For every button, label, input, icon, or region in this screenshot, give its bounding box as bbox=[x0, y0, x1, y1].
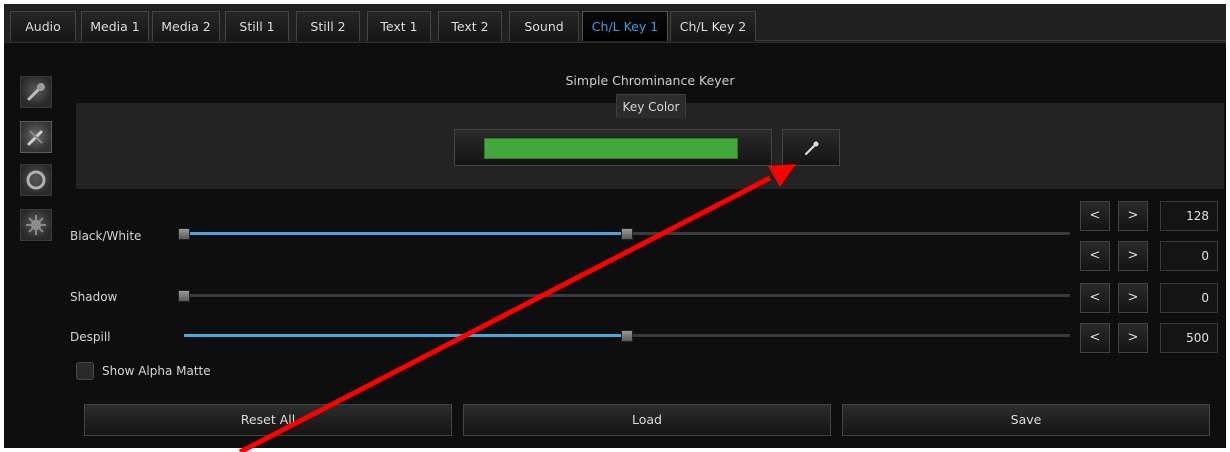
eyedropper-button[interactable] bbox=[782, 129, 840, 166]
tab-chl-key-1[interactable]: Ch/L Key 1 bbox=[582, 11, 668, 41]
shadow-increment-button[interactable]: > bbox=[1118, 283, 1148, 313]
chroma-key-tool-button[interactable] bbox=[20, 121, 52, 153]
gear-burst-icon bbox=[26, 215, 46, 235]
show-alpha-matte-checkbox[interactable] bbox=[76, 362, 94, 380]
white-decrement-button[interactable]: < bbox=[1080, 241, 1110, 271]
white-increment-button[interactable]: > bbox=[1118, 241, 1148, 271]
chroma-key-icon bbox=[27, 130, 43, 146]
magic-wand-icon bbox=[27, 83, 45, 101]
burst-tool-button[interactable] bbox=[20, 209, 52, 241]
save-button[interactable]: Save bbox=[842, 404, 1210, 436]
tab-chl-key-2[interactable]: Ch/L Key 2 bbox=[670, 11, 756, 41]
black-white-label: Black/White bbox=[70, 229, 142, 243]
black-white-low-handle[interactable] bbox=[178, 228, 190, 240]
shadow-decrement-button[interactable]: < bbox=[1080, 283, 1110, 313]
eyedropper-icon bbox=[805, 141, 819, 155]
tab-bar-divider bbox=[756, 40, 1226, 41]
circle-mask-tool-button[interactable] bbox=[20, 164, 52, 196]
shadow-label: Shadow bbox=[70, 290, 118, 304]
tab-still-2[interactable]: Still 2 bbox=[296, 11, 360, 41]
tab-text-2[interactable]: Text 2 bbox=[438, 11, 502, 41]
shadow-value-field[interactable]: 0 bbox=[1160, 283, 1218, 313]
black-decrement-button[interactable]: < bbox=[1080, 201, 1110, 231]
despill-slider-fill bbox=[184, 334, 627, 337]
tab-media-2[interactable]: Media 2 bbox=[152, 11, 220, 41]
despill-value-field[interactable]: 500 bbox=[1160, 323, 1218, 353]
despill-handle[interactable] bbox=[621, 330, 633, 342]
key-color-swatch bbox=[484, 138, 738, 159]
despill-decrement-button[interactable]: < bbox=[1080, 323, 1110, 353]
tab-text-1[interactable]: Text 1 bbox=[367, 11, 431, 41]
tab-sound[interactable]: Sound bbox=[509, 11, 579, 41]
despill-increment-button[interactable]: > bbox=[1118, 323, 1148, 353]
black-value-field[interactable]: 128 bbox=[1160, 201, 1218, 231]
show-alpha-matte-label[interactable]: Show Alpha Matte bbox=[102, 364, 211, 378]
tab-audio[interactable]: Audio bbox=[10, 11, 76, 41]
circle-mask-icon bbox=[26, 170, 46, 190]
shadow-slider[interactable] bbox=[178, 290, 1070, 302]
black-white-slider[interactable] bbox=[178, 228, 1070, 240]
black-white-high-handle[interactable] bbox=[621, 228, 633, 240]
shadow-handle[interactable] bbox=[178, 290, 190, 302]
key-color-label: Key Color bbox=[616, 94, 686, 118]
load-button[interactable]: Load bbox=[463, 404, 831, 436]
despill-slider[interactable] bbox=[184, 330, 1070, 342]
tab-bar: Audio Media 1 Media 2 Still 1 Still 2 Te… bbox=[4, 4, 1226, 43]
white-value-field[interactable]: 0 bbox=[1160, 241, 1218, 271]
application-window: Audio Media 1 Media 2 Still 1 Still 2 Te… bbox=[4, 4, 1226, 448]
magic-wand-tool-button[interactable] bbox=[20, 76, 52, 108]
keyer-title: Simple Chrominance Keyer bbox=[565, 73, 735, 88]
key-color-picker[interactable] bbox=[454, 129, 772, 166]
reset-all-button[interactable]: Reset All bbox=[84, 404, 452, 436]
despill-label: Despill bbox=[70, 330, 111, 344]
tab-still-1[interactable]: Still 1 bbox=[225, 11, 289, 41]
black-increment-button[interactable]: > bbox=[1118, 201, 1148, 231]
black-white-slider-fill bbox=[184, 232, 627, 235]
tab-media-1[interactable]: Media 1 bbox=[81, 11, 149, 41]
